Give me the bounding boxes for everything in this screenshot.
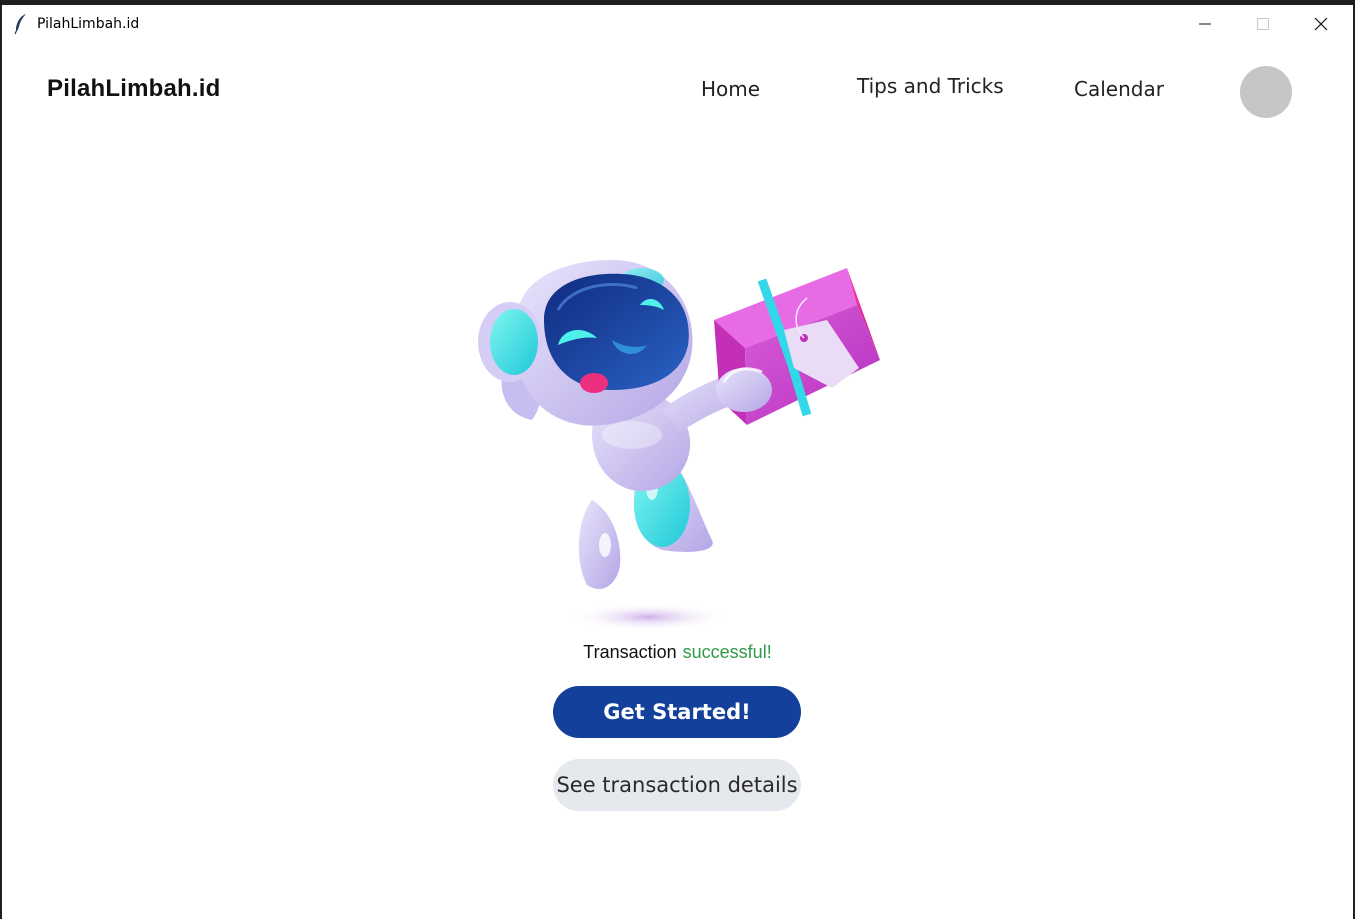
transaction-status: Transaction successful!: [2, 642, 1353, 663]
maximize-button[interactable]: [1234, 5, 1292, 43]
get-started-button[interactable]: Get Started!: [553, 686, 801, 738]
nav-calendar[interactable]: Calendar: [1074, 77, 1164, 101]
title-bar: PilahLimbah.id: [2, 5, 1353, 43]
window-title: PilahLimbah.id: [37, 16, 140, 32]
status-success-text: successful!: [682, 642, 772, 662]
feather-icon: [14, 14, 26, 35]
avatar[interactable]: [1240, 66, 1292, 118]
nav-home[interactable]: Home: [701, 77, 760, 101]
minimize-button[interactable]: [1176, 5, 1234, 43]
minimize-icon: [1199, 23, 1211, 25]
brand-logo[interactable]: PilahLimbah.id: [47, 75, 220, 103]
close-button[interactable]: [1292, 5, 1350, 43]
maximize-icon: [1257, 18, 1269, 30]
app-window: PilahLimbah.id PilahLimbah.id Home Tips …: [2, 5, 1353, 919]
see-transaction-details-button[interactable]: See transaction details: [553, 759, 801, 811]
close-icon: [1314, 17, 1328, 31]
status-label: Transaction: [583, 642, 677, 662]
robot-holding-package-illustration: [478, 260, 880, 631]
nav-tips-and-tricks[interactable]: Tips and Tricks: [857, 74, 1004, 98]
